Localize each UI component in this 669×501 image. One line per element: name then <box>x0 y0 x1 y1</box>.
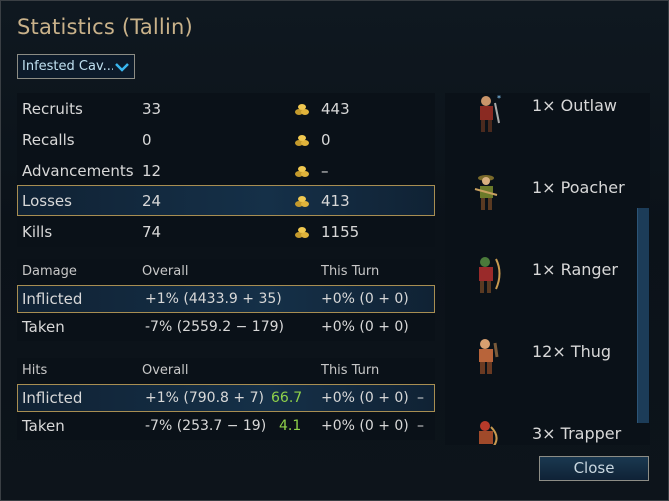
summary-label: Recalls <box>22 130 75 149</box>
hits-header-row: Hits Overall This Turn <box>17 358 435 382</box>
damage-col-overall: Overall <box>142 263 189 279</box>
damage-row-taken: Taken -7% (2559.2 − 179) +0% (0 + 0) <box>17 313 435 341</box>
close-button[interactable]: Close <box>539 456 649 481</box>
summary-count: 0 <box>142 130 152 149</box>
gold-icon <box>295 134 309 146</box>
unit-list[interactable]: * 1× Outlaw 1× Poacher 1× Ranger 12× Thu… <box>445 93 650 445</box>
hits-col-overall: Overall <box>142 362 189 378</box>
summary-count: 24 <box>142 191 162 210</box>
summary-row-kills: Kills 74 1155 <box>17 216 435 247</box>
hits-label: Inflicted <box>22 389 83 407</box>
thug-sprite-icon <box>479 339 499 374</box>
hits-section: Hits Overall This Turn Inflicted +1% (79… <box>17 358 435 440</box>
unit-item-thug: 12× Thug <box>445 335 635 395</box>
summary-label: Kills <box>22 222 53 241</box>
summary-gold: 0 <box>321 130 331 149</box>
scenario-dropdown-value: Infested Cav... <box>22 59 113 74</box>
summary-gold: 413 <box>321 191 350 210</box>
damage-header-row: Damage Overall This Turn <box>17 259 435 283</box>
unit-item-outlaw: * 1× Outlaw <box>445 93 635 149</box>
hits-dash: – <box>417 390 424 406</box>
unit-item-ranger: 1× Ranger <box>445 253 635 313</box>
hits-row-taken: Taken -7% (253.7 − 19) 4.1 +0% (0 + 0) – <box>17 412 435 440</box>
unit-item-trapper: 3× Trapper <box>445 417 635 445</box>
hits-ratio: 66.7 <box>271 390 303 406</box>
unit-list-scrollbar[interactable] <box>637 208 649 423</box>
hits-header: Hits <box>22 362 48 378</box>
ranger-sprite-icon <box>479 257 501 293</box>
hits-turn: +0% (0 + 0) <box>321 418 409 434</box>
unit-label: 12× Thug <box>532 342 612 361</box>
summary-row-losses[interactable]: Losses 24 413 <box>17 185 435 216</box>
damage-label: Taken <box>22 318 65 336</box>
svg-text:*: * <box>497 94 501 103</box>
unit-label: 3× Trapper <box>532 424 622 443</box>
hits-overall: +1% (790.8 + 7) <box>145 390 264 406</box>
gold-icon <box>295 195 309 207</box>
summary-gold: 443 <box>321 99 350 118</box>
hits-dash: – <box>417 418 424 434</box>
summary-gold: – <box>321 161 329 180</box>
summary-count: 12 <box>142 161 162 180</box>
summary-count: 33 <box>142 99 162 118</box>
hits-turn: +0% (0 + 0) <box>321 390 409 406</box>
scenario-dropdown[interactable]: Infested Cav... <box>17 54 135 79</box>
summary-row-advancements: Advancements 12 – <box>17 155 435 186</box>
hits-col-turn: This Turn <box>321 362 380 378</box>
damage-section: Damage Overall This Turn Inflicted +1% (… <box>17 259 435 341</box>
damage-label: Inflicted <box>22 290 83 308</box>
gold-icon <box>295 226 309 238</box>
gold-icon <box>295 103 309 115</box>
hits-ratio: 4.1 <box>279 418 302 434</box>
window-title: Statistics (Tallin) <box>17 15 193 39</box>
damage-turn: +0% (0 + 0) <box>321 291 409 307</box>
summary-row-recalls: Recalls 0 0 <box>17 124 435 155</box>
summary-label: Losses <box>22 191 72 210</box>
unit-item-poacher: 1× Poacher <box>445 171 635 231</box>
summary-label: Advancements <box>22 161 134 180</box>
damage-row-inflicted[interactable]: Inflicted +1% (4433.9 + 35) +0% (0 + 0) <box>17 285 435 313</box>
unit-label: 1× Poacher <box>532 178 625 197</box>
trapper-sprite-icon <box>479 421 498 445</box>
damage-col-turn: This Turn <box>321 263 380 279</box>
summary-gold: 1155 <box>321 222 360 241</box>
outlaw-sprite-icon: * <box>480 94 501 132</box>
summary-count: 74 <box>142 222 162 241</box>
damage-overall: -7% (2559.2 − 179) <box>145 319 284 335</box>
unit-label: 1× Outlaw <box>532 96 618 115</box>
statistics-window: Statistics (Tallin) Infested Cav... Recr… <box>0 0 669 501</box>
damage-overall: +1% (4433.9 + 35) <box>145 291 282 307</box>
summary-row-recruits: Recruits 33 443 <box>17 93 435 124</box>
poacher-sprite-icon <box>474 175 498 210</box>
hits-label: Taken <box>22 417 65 435</box>
damage-turn: +0% (0 + 0) <box>321 319 409 335</box>
summary-label: Recruits <box>22 99 83 118</box>
damage-header: Damage <box>22 263 77 279</box>
chevron-down-icon <box>115 62 129 72</box>
hits-overall: -7% (253.7 − 19) <box>145 418 267 434</box>
hits-row-inflicted[interactable]: Inflicted +1% (790.8 + 7) 66.7 +0% (0 + … <box>17 384 435 412</box>
unit-label: 1× Ranger <box>532 260 618 279</box>
summary-panel: Recruits 33 443 Recalls 0 0 Advancements… <box>17 93 435 247</box>
gold-icon <box>295 165 309 177</box>
